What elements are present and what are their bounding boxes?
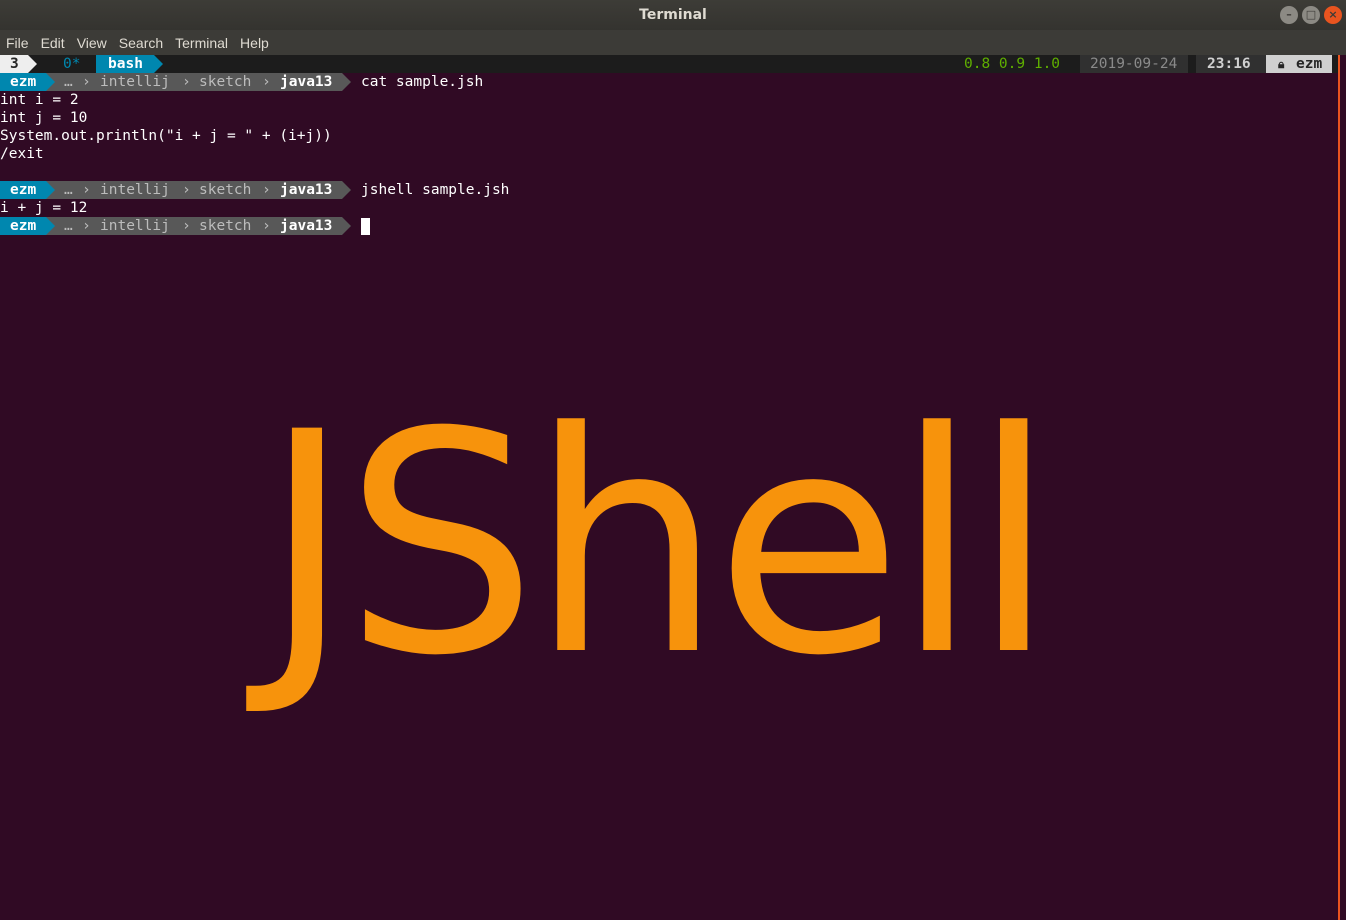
prompt-ellipsis: … <box>64 182 73 198</box>
prompt-user: ezm <box>0 73 46 91</box>
prompt-line: ezm … › intellij › sketch › java13 cat s… <box>0 73 1338 91</box>
prompt-dir-current: java13 <box>280 218 333 234</box>
text-cursor <box>361 218 370 235</box>
separator-icon: › <box>82 218 91 234</box>
window-title: Terminal <box>639 7 707 23</box>
separator-icon: › <box>262 218 271 234</box>
command-text: jshell sample.jsh <box>361 182 510 198</box>
arrow-icon <box>46 217 55 235</box>
minimize-icon[interactable]: – <box>1280 6 1298 24</box>
tmux-session: 3 <box>0 55 28 73</box>
prompt-dir: intellij <box>100 218 170 234</box>
arrow-icon <box>342 181 351 199</box>
prompt-dir-current: java13 <box>280 74 333 90</box>
arrow-icon <box>342 217 351 235</box>
separator-icon: › <box>82 74 91 90</box>
maximize-icon[interactable]: □ <box>1302 6 1320 24</box>
output-line: i + j = 12 <box>0 200 88 216</box>
separator-icon: › <box>182 182 191 198</box>
separator-icon: › <box>82 182 91 198</box>
menu-edit[interactable]: Edit <box>35 35 71 51</box>
prompt-dir-current: java13 <box>280 182 333 198</box>
menu-file[interactable]: File <box>0 35 35 51</box>
menu-terminal[interactable]: Terminal <box>169 35 234 51</box>
prompt-dir: sketch <box>199 74 252 90</box>
prompt-line: ezm … › intellij › sketch › java13 <box>0 217 1338 235</box>
prompt-dir: intellij <box>100 74 170 90</box>
tmux-status-bar: 3 0* bash 0.8 0.9 1.0 2019-09-24 23:16 e… <box>0 55 1338 73</box>
output-line: /exit <box>0 146 44 162</box>
prompt-user: ezm <box>0 217 46 235</box>
scrollbar[interactable] <box>1338 55 1346 920</box>
jshell-overlay-text: JShell <box>262 367 1056 722</box>
close-icon[interactable]: × <box>1324 6 1342 24</box>
prompt-dir: sketch <box>199 218 252 234</box>
output-line: int j = 10 <box>0 110 88 126</box>
tmux-window-index[interactable]: 0* <box>55 55 97 73</box>
terminal-area[interactable]: 3 0* bash 0.8 0.9 1.0 2019-09-24 23:16 e… <box>0 55 1338 920</box>
separator-icon: › <box>182 218 191 234</box>
tmux-user: ezm <box>1266 55 1332 73</box>
prompt-line: ezm … › intellij › sketch › java13 jshel… <box>0 181 1338 199</box>
prompt-dir: sketch <box>199 182 252 198</box>
prompt-ellipsis: … <box>64 74 73 90</box>
menu-view[interactable]: View <box>71 35 113 51</box>
menu-help[interactable]: Help <box>234 35 275 51</box>
menu-bar: File Edit View Search Terminal Help <box>0 30 1346 55</box>
arrow-icon <box>46 73 55 91</box>
arrow-icon <box>28 55 37 73</box>
separator-icon: › <box>182 74 191 90</box>
tmux-time: 23:16 <box>1196 55 1266 73</box>
lock-icon: 🔒︎ <box>1278 57 1285 71</box>
arrow-icon <box>46 181 55 199</box>
menu-search[interactable]: Search <box>113 35 169 51</box>
tmux-date: 2019-09-24 <box>1080 55 1188 73</box>
window-controls: – □ × <box>1280 6 1342 24</box>
tmux-load: 0.8 0.9 1.0 <box>964 56 1061 72</box>
output-line: System.out.println("i + j = " + (i+j)) <box>0 128 332 144</box>
command-text: cat sample.jsh <box>361 74 484 90</box>
tmux-window-name[interactable]: bash <box>96 55 154 73</box>
title-bar: Terminal – □ × <box>0 0 1346 30</box>
prompt-ellipsis: … <box>64 218 73 234</box>
prompt-user: ezm <box>0 181 46 199</box>
separator-icon: › <box>262 182 271 198</box>
arrow-icon <box>342 73 351 91</box>
arrow-icon <box>154 55 163 73</box>
separator-icon: › <box>262 74 271 90</box>
output-line: int i = 2 <box>0 92 79 108</box>
prompt-dir: intellij <box>100 182 170 198</box>
